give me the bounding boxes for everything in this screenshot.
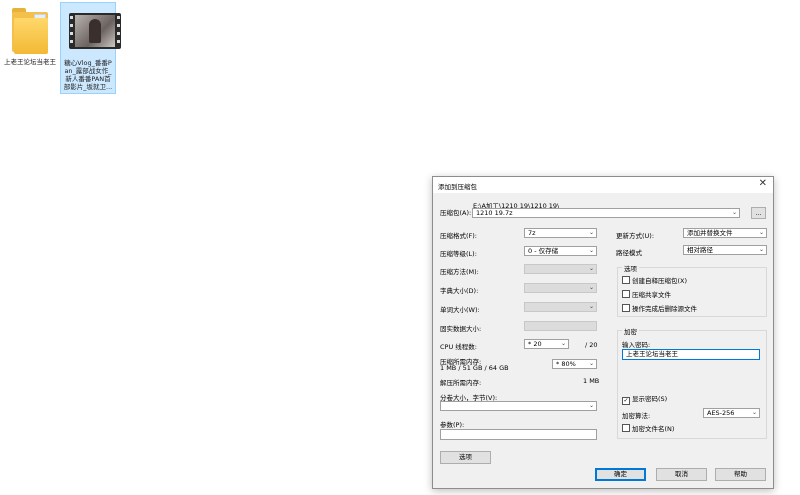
cpu-value: * 20: [528, 340, 542, 348]
dialog-title: 添加到压缩包: [438, 183, 477, 191]
format-select[interactable]: 7z ⌄: [524, 228, 597, 238]
mem-detail: 1 MB / 51 GB / 64 GB: [440, 364, 509, 372]
update-label: 更新方式(U):: [616, 232, 655, 240]
level-value: 0 - 仅存储: [528, 247, 559, 255]
desktop-video-icon-item[interactable]: 糖心Vlog_番番Pan_露部战女作_新人番番PAN首部影片_坂就卫...: [60, 2, 121, 94]
desktop-icon-label: 上老王论坛当老王: [4, 58, 56, 66]
level-select[interactable]: 0 - 仅存储 ⌄: [524, 246, 597, 256]
path-label: 路径模式: [616, 249, 642, 257]
level-label: 压缩等级(L):: [440, 250, 477, 258]
method-label: 压缩方法(M):: [440, 268, 479, 276]
archive-label: 压缩包(A):: [440, 209, 472, 217]
format-label: 压缩格式(F):: [440, 232, 478, 240]
shared-label: 压缩共享文件: [632, 291, 671, 299]
dialog-titlebar: 添加到压缩包 ✕: [433, 177, 773, 193]
chevron-down-icon: ⌄: [588, 265, 594, 272]
show-password-label: 显示密码(S): [632, 395, 668, 403]
help-button[interactable]: 帮助: [715, 468, 766, 481]
password-label: 输入密码:: [622, 341, 651, 349]
checkbox-icon: [622, 276, 630, 284]
password-input[interactable]: 上老王论坛当老王: [622, 349, 760, 360]
delete-checkbox[interactable]: 操作完成后删除源文件: [622, 304, 697, 313]
word-label: 单词大小(W):: [440, 306, 480, 314]
sfx-label: 创建自释压缩包(X): [632, 277, 688, 285]
desktop-icon-label: 糖心Vlog_番番Pan_露部战女作_新人番番PAN首部影片_坂就卫...: [63, 59, 113, 91]
checkmark-icon: ✓: [622, 397, 630, 405]
delete-label: 操作完成后删除源文件: [632, 305, 697, 313]
params-label: 参数(P):: [440, 421, 465, 429]
chevron-down-icon: ⌄: [588, 247, 594, 254]
checkbox-icon: [622, 424, 630, 432]
archive-name-combo[interactable]: 1210 19.7z ⌄: [472, 208, 740, 218]
enc-method-label: 加密算法:: [622, 412, 651, 420]
checkbox-icon: [622, 290, 630, 298]
sfx-checkbox[interactable]: 创建自释压缩包(X): [622, 276, 687, 285]
encryption-group-title: 加密: [622, 326, 639, 336]
decomp-value: 1 MB: [583, 377, 600, 385]
video-file-icon: [69, 7, 121, 57]
folder-icon: [10, 6, 50, 56]
chevron-down-icon: ⌄: [588, 402, 594, 409]
dict-label: 字典大小(D):: [440, 287, 479, 295]
split-combo[interactable]: ⌄: [440, 401, 597, 411]
close-icon[interactable]: ✕: [759, 179, 767, 189]
solid-label: 固实数据大小:: [440, 325, 482, 333]
chevron-down-icon: ⌄: [588, 360, 594, 367]
cpu-total: / 20: [585, 341, 598, 349]
browse-button[interactable]: ...: [751, 207, 766, 219]
update-select[interactable]: 添加并替换文件 ⌄: [683, 228, 767, 238]
decomp-label: 解压所需内存:: [440, 379, 482, 387]
enc-method-value: AES-256: [707, 409, 735, 417]
params-input[interactable]: [440, 429, 597, 440]
chevron-down-icon: ⌄: [758, 246, 764, 253]
show-password-checkbox[interactable]: ✓ 显示密码(S): [622, 395, 667, 405]
chevron-down-icon: ⌄: [758, 229, 764, 236]
shared-checkbox[interactable]: 压缩共享文件: [622, 290, 671, 299]
cpu-select[interactable]: * 20 ⌄: [524, 339, 569, 349]
path-value: 相对路径: [687, 246, 713, 254]
chevron-down-icon: ⌄: [560, 340, 566, 347]
add-to-archive-dialog: 添加到压缩包 ✕ 压缩包(A): E:\A加工\1210 19\1210 19\…: [432, 176, 774, 489]
chevron-down-icon: ⌄: [588, 284, 594, 291]
chevron-down-icon: ⌄: [751, 409, 757, 416]
mem-value: * 80%: [556, 360, 576, 368]
options-group-title: 选项: [622, 263, 639, 273]
chevron-down-icon: ⌄: [588, 229, 594, 236]
encrypt-names-label: 加密文件名(N): [632, 425, 675, 433]
mem-select[interactable]: * 80% ⌄: [552, 359, 597, 369]
desktop-folder-icon-item[interactable]: 上老王论坛当老王: [2, 2, 58, 94]
archive-name-value: 1210 19.7z: [476, 209, 513, 217]
format-value: 7z: [528, 229, 536, 237]
enc-method-select[interactable]: AES-256 ⌄: [703, 408, 760, 418]
chevron-down-icon: ⌄: [731, 209, 737, 216]
update-value: 添加并替换文件: [687, 229, 733, 237]
ok-button[interactable]: 确定: [595, 468, 646, 481]
options-button[interactable]: 选项: [440, 451, 491, 464]
encrypt-names-checkbox[interactable]: 加密文件名(N): [622, 424, 674, 433]
password-value: 上老王论坛当老王: [626, 350, 678, 358]
solid-box: [524, 321, 597, 331]
dict-select: ⌄: [524, 283, 597, 293]
checkbox-icon: [622, 304, 630, 312]
cancel-button[interactable]: 取消: [656, 468, 707, 481]
chevron-down-icon: ⌄: [588, 303, 594, 310]
path-select[interactable]: 相对路径 ⌄: [683, 245, 767, 255]
method-select: ⌄: [524, 264, 597, 274]
word-select: ⌄: [524, 302, 597, 312]
cpu-label: CPU 线程数:: [440, 343, 477, 351]
